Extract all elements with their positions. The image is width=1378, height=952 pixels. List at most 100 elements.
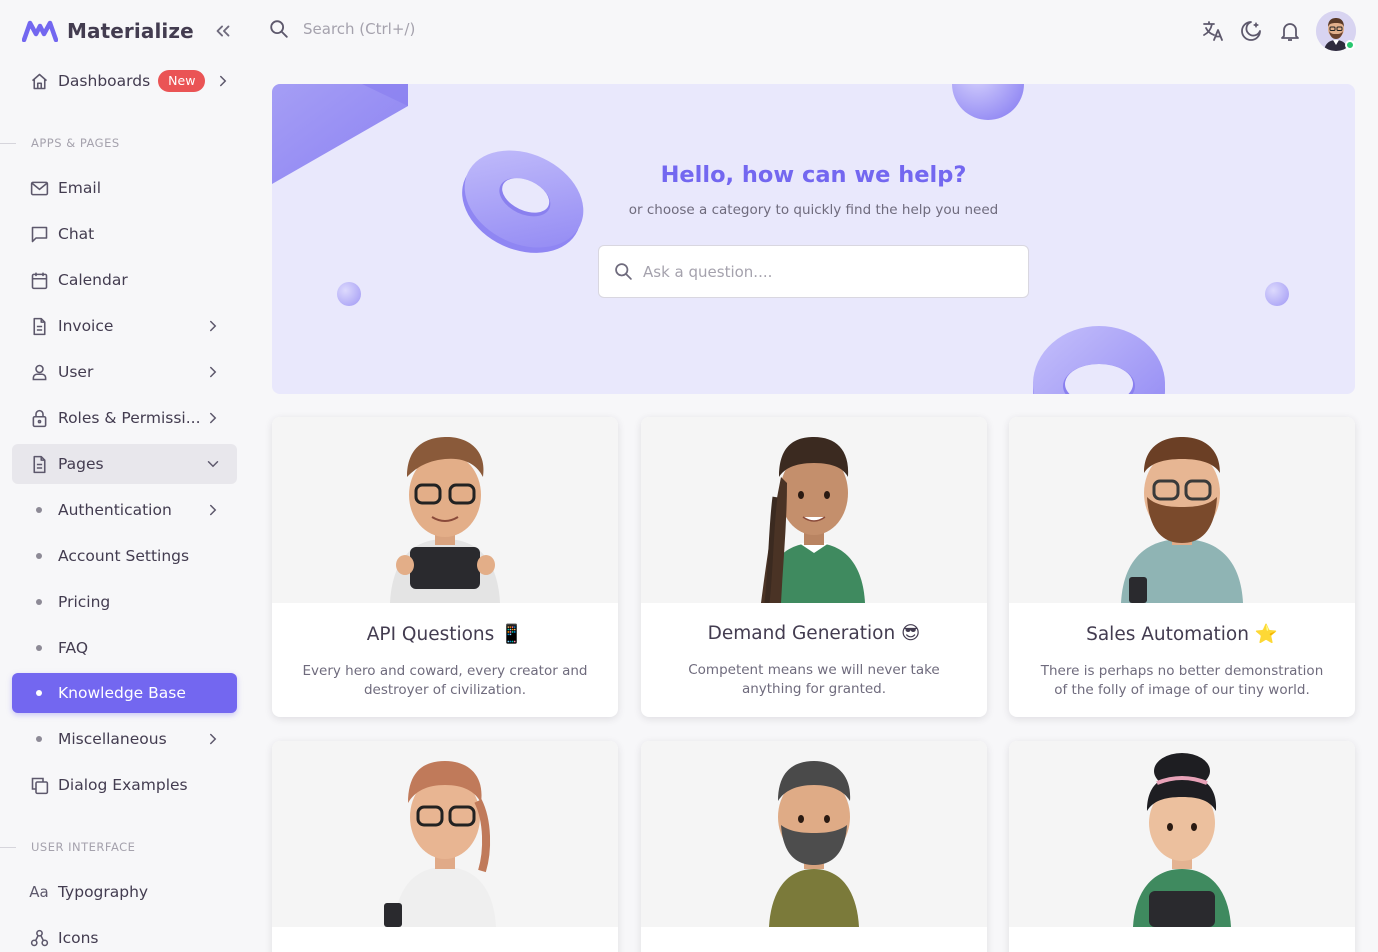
file-icon (28, 453, 50, 475)
section-apps-pages: APPS & PAGES (0, 133, 250, 153)
chevron-right-icon (213, 70, 233, 92)
sidebar-item-user[interactable]: User (12, 352, 237, 392)
sidebar-item-miscellaneous[interactable]: Miscellaneous (12, 719, 237, 759)
avatar-woman-glasses-image (384, 761, 496, 927)
bullet-icon (28, 507, 50, 513)
file-text-icon (28, 315, 50, 337)
card-illustration (641, 741, 987, 927)
sidebar-item-pages[interactable]: Pages (12, 444, 237, 484)
card-illustration (272, 741, 618, 927)
calendar-icon (28, 269, 50, 291)
card-title: API Questions 📱 (366, 624, 524, 645)
sidebar-item-label: Roles & Permissi... (58, 409, 201, 427)
avatar-man-gray-beard-image (769, 761, 859, 927)
avatar-man-beard-phone-image (1121, 437, 1243, 603)
help-hero: Hello, how can we help? or choose a cate… (272, 84, 1355, 394)
collapse-sidebar-icon[interactable] (212, 20, 234, 42)
sidebar-item-label: Invoice (58, 317, 114, 335)
category-card[interactable] (641, 741, 987, 952)
sidebar-item-pricing[interactable]: Pricing (12, 582, 237, 622)
sidebar-item-label: Pricing (58, 593, 111, 611)
sidebar-item-label: Dialog Examples (58, 776, 188, 794)
online-status-dot (1345, 40, 1355, 50)
sidebar-item-label: Miscellaneous (58, 730, 167, 748)
card-illustration (1009, 417, 1355, 603)
moon-icon[interactable] (1239, 19, 1263, 43)
card-description: There is perhaps no better demonstration… (1040, 663, 1324, 698)
card-description: Every hero and coward, every creator and… (302, 663, 588, 698)
sidebar-item-label: User (58, 363, 94, 381)
sidebar-item-roles-permissions[interactable]: Roles & Permissi... (12, 398, 237, 438)
hero-decoration (272, 84, 1289, 394)
sidebar-item-calendar[interactable]: Calendar (12, 260, 237, 300)
bullet-icon (28, 599, 50, 605)
chevron-right-icon (203, 407, 223, 429)
chevron-down-icon (203, 453, 223, 475)
sidebar-item-label: Account Settings (58, 547, 190, 565)
sidebar-item-faq[interactable]: FAQ (12, 628, 237, 668)
search-icon (615, 263, 632, 280)
sidebar-item-label: Authentication (58, 501, 172, 519)
help-search-input[interactable] (643, 262, 1013, 281)
category-card[interactable] (1009, 741, 1355, 952)
sidebar-item-knowledge-base[interactable]: Knowledge Base (12, 673, 237, 713)
bell-icon[interactable] (1278, 19, 1302, 43)
topbar: Search (Ctrl+/) (250, 0, 1378, 62)
sidebar-item-account-settings[interactable]: Account Settings (12, 536, 237, 576)
home-icon (28, 70, 50, 92)
card-title: Sales Automation ⭐ (1086, 624, 1278, 645)
sidebar-item-typography[interactable]: Aa Typography (12, 872, 237, 912)
sidebar-item-label: Dashboards (58, 72, 151, 90)
copy-icon (28, 774, 50, 796)
avatar-woman-bun-tablet-image (1133, 753, 1231, 927)
help-search-box[interactable] (598, 245, 1029, 298)
card-illustration (641, 417, 987, 603)
sidebar-item-icons[interactable]: Icons (12, 918, 237, 952)
sidebar-item-label: Typography (58, 883, 149, 901)
hero-title: Hello, how can we help? (660, 162, 967, 188)
card-illustration (272, 417, 618, 603)
avatar-man-glasses-tablet-image (390, 437, 500, 603)
sidebar-item-dashboards[interactable]: Dashboards New (12, 61, 237, 101)
sidebar: Materialize Dashboards New APPS & PAGES … (0, 0, 250, 952)
sidebar-item-email[interactable]: Email (12, 168, 237, 208)
chat-icon (28, 223, 50, 245)
section-user-interface: USER INTERFACE (0, 837, 250, 857)
sidebar-item-invoice[interactable]: Invoice (12, 306, 237, 346)
components-icon (28, 927, 50, 949)
category-card-demand-generation[interactable]: Demand Generation 😎 Competent means we w… (641, 417, 987, 717)
chevron-right-icon (203, 361, 223, 383)
sidebar-item-chat[interactable]: Chat (12, 214, 237, 254)
global-search[interactable]: Search (Ctrl+/) (268, 18, 415, 40)
category-card-sales-automation[interactable]: Sales Automation ⭐ There is perhaps no b… (1009, 417, 1355, 717)
search-icon (270, 20, 288, 38)
sidebar-item-label: Pages (58, 455, 104, 473)
sidebar-item-label: Chat (58, 225, 95, 243)
category-card-api-questions[interactable]: API Questions 📱 Every hero and coward, e… (272, 417, 618, 717)
avatar-woman-dreadlocks-image (761, 437, 865, 603)
typography-icon: Aa (29, 883, 49, 901)
chevron-right-icon (203, 499, 223, 521)
bullet-icon (28, 690, 50, 696)
materialize-logo-icon (22, 20, 58, 42)
lock-icon (28, 407, 50, 429)
category-card[interactable] (272, 741, 618, 952)
hero-subtitle: or choose a category to quickly find the… (628, 202, 999, 218)
chevron-right-icon (203, 728, 223, 750)
translate-icon[interactable] (1201, 19, 1225, 43)
bullet-icon (28, 553, 50, 559)
sidebar-item-dialog-examples[interactable]: Dialog Examples (12, 765, 237, 805)
mail-icon (28, 177, 50, 199)
sidebar-item-label: Knowledge Base (58, 684, 186, 702)
sidebar-item-authentication[interactable]: Authentication (12, 490, 237, 530)
global-search-placeholder: Search (Ctrl+/) (303, 20, 416, 38)
sidebar-item-label: FAQ (58, 639, 89, 657)
card-description: Competent means we will never take anyth… (688, 662, 940, 697)
new-badge: New (158, 70, 206, 92)
brand[interactable]: Materialize (22, 16, 194, 46)
sidebar-item-label: Email (58, 179, 102, 197)
sidebar-item-label: Icons (58, 929, 99, 947)
bullet-icon (28, 645, 50, 651)
card-title: Demand Generation 😎 (707, 623, 921, 644)
bullet-icon (28, 736, 50, 742)
